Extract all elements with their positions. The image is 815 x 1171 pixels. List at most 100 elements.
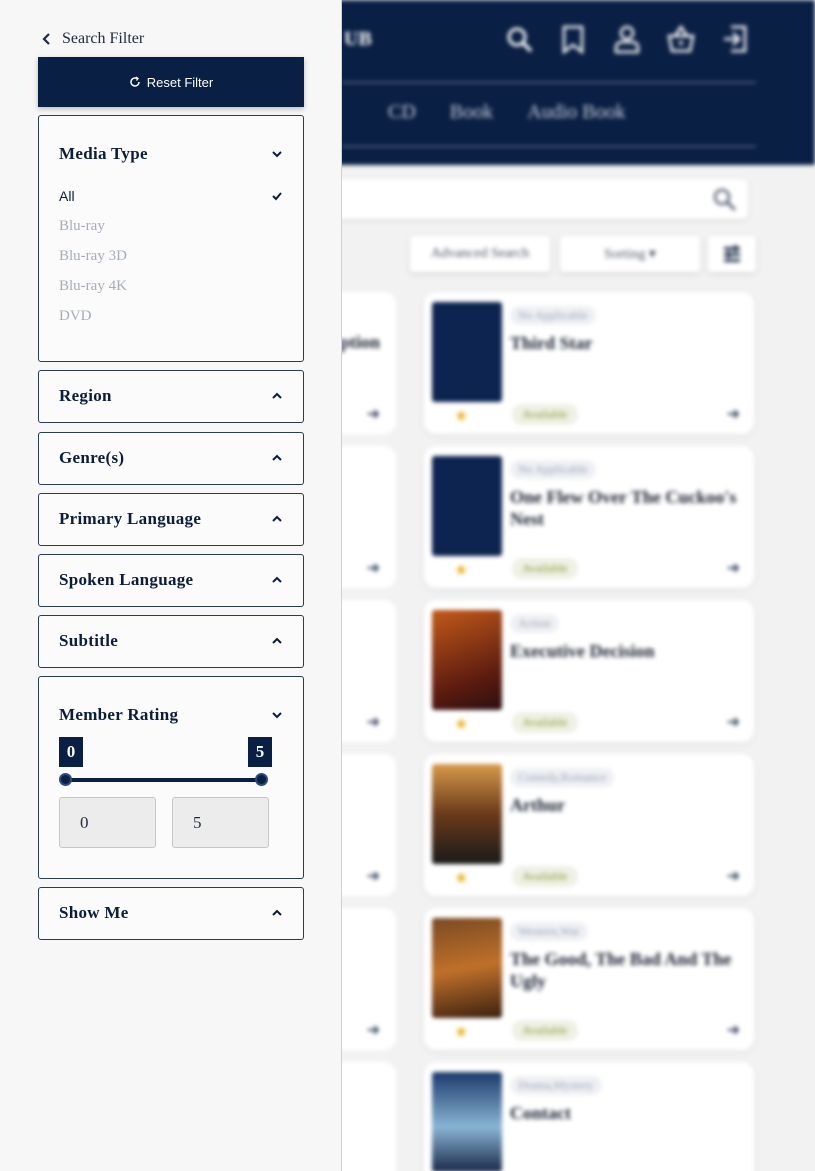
chevron-up-icon xyxy=(272,637,282,644)
chevron-up-icon xyxy=(272,515,282,522)
chevron-down-icon xyxy=(272,151,282,158)
advanced-search-button[interactable]: Advanced Search xyxy=(410,236,550,272)
chevron-left-icon xyxy=(42,33,50,45)
primary-language-label: Primary Language xyxy=(59,509,202,528)
nav-divider-bottom xyxy=(342,146,756,147)
show-me-section[interactable]: Show Me xyxy=(38,887,304,940)
show-me-label: Show Me xyxy=(59,903,129,922)
list-item[interactable]: Action Executive Decision ★ Available ➜ xyxy=(424,600,754,742)
genre-badge: Action xyxy=(510,614,559,633)
primary-language-section[interactable]: Primary Language xyxy=(38,493,304,546)
spoken-language-header[interactable]: Spoken Language xyxy=(59,570,283,590)
media-option-dvd[interactable]: DVD xyxy=(59,308,283,325)
tab-audio-book[interactable]: Audio Book xyxy=(527,101,625,124)
media-type-label: Media Type xyxy=(59,144,148,163)
list-item[interactable]: No Applicable One Flew Over The Cuckoo's… xyxy=(424,446,754,588)
arrow-right-icon[interactable]: ➜ xyxy=(727,1020,740,1040)
chevron-down-icon xyxy=(272,712,282,719)
status-badge: Available xyxy=(512,712,578,733)
media-option-blu-ray-3d[interactable]: Blu-ray 3D xyxy=(59,248,283,265)
arrow-right-icon[interactable]: ➜ xyxy=(727,558,740,578)
tab-book[interactable]: Book xyxy=(450,101,493,124)
genre-badge: Western,War xyxy=(510,922,588,941)
rating-slider-min-handle[interactable] xyxy=(59,773,72,786)
media-nav: CD Book Audio Book xyxy=(388,101,625,124)
card-title[interactable]: Executive Decision xyxy=(510,640,746,662)
search-icon[interactable] xyxy=(505,22,533,56)
cover-image xyxy=(432,302,502,402)
list-item[interactable]: No Applicable Third Star ★ Available ➜ xyxy=(424,292,754,434)
primary-language-header[interactable]: Primary Language xyxy=(59,509,283,529)
media-option-blu-ray-4k[interactable]: Blu-ray 4K xyxy=(59,278,283,295)
basket-icon[interactable] xyxy=(667,22,695,56)
cover-image xyxy=(432,764,502,864)
card-title[interactable]: Third Star xyxy=(510,332,746,354)
arrow-right-icon[interactable]: ➜ xyxy=(727,712,740,732)
genre-badge: No Applicable xyxy=(510,306,596,325)
card-title[interactable]: Arthur xyxy=(510,794,746,816)
user-icon[interactable] xyxy=(613,22,641,56)
chevron-up-icon xyxy=(272,576,282,583)
media-type-section: Media Type All Blu-ray Blu-ray 3D Blu-ra… xyxy=(38,115,304,362)
rating-max-tag: 5 xyxy=(248,737,272,767)
arrow-right-icon[interactable]: ➜ xyxy=(727,404,740,424)
star-icon: ★ xyxy=(454,562,469,579)
search-input[interactable] xyxy=(330,179,748,219)
rating-slider-max-handle[interactable] xyxy=(255,773,268,786)
logout-icon[interactable] xyxy=(721,22,749,56)
arrow-right-icon[interactable]: ➜ xyxy=(367,712,380,732)
option-label: Blu-ray 4K xyxy=(59,278,127,294)
status-badge: Available xyxy=(512,866,578,887)
arrow-right-icon[interactable]: ➜ xyxy=(367,1020,380,1040)
media-option-blu-ray[interactable]: Blu-ray xyxy=(59,218,283,235)
filter-toggle-button[interactable] xyxy=(708,236,756,272)
genre-badge: Comedy,Romance xyxy=(510,768,615,787)
star-icon: ★ xyxy=(454,716,469,733)
sorting-dropdown[interactable]: Sorting ▾ xyxy=(560,236,700,272)
nav-divider-top xyxy=(342,82,756,83)
member-rating-header[interactable]: Member Rating xyxy=(59,705,283,725)
subtitle-header[interactable]: Subtitle xyxy=(59,631,283,651)
media-option-all[interactable]: All xyxy=(59,188,283,204)
genres-section[interactable]: Genre(s) xyxy=(38,432,304,485)
bookmark-icon[interactable] xyxy=(559,22,587,56)
rating-max-input[interactable]: 5 xyxy=(172,797,269,848)
rating-min-input[interactable]: 0 xyxy=(59,797,156,848)
spoken-language-label: Spoken Language xyxy=(59,570,194,589)
tab-cd[interactable]: CD xyxy=(388,101,416,124)
arrow-right-icon[interactable]: ➜ xyxy=(367,404,380,424)
spoken-language-section[interactable]: Spoken Language xyxy=(38,554,304,607)
status-badge: Available xyxy=(512,1020,578,1041)
back-button[interactable]: Search Filter xyxy=(40,30,144,48)
refresh-icon xyxy=(130,76,140,87)
option-label: Blu-ray 3D xyxy=(59,248,127,264)
search-icon[interactable] xyxy=(712,187,736,211)
reset-filter-button[interactable]: Reset Filter xyxy=(38,57,304,107)
cover-image xyxy=(432,918,502,1018)
arrow-right-icon[interactable]: ➜ xyxy=(727,866,740,886)
list-item[interactable]: Drama,Mystery Contact xyxy=(424,1062,754,1171)
cover-image xyxy=(432,456,502,556)
media-type-header[interactable]: Media Type xyxy=(59,144,283,164)
region-section[interactable]: Region xyxy=(38,370,304,423)
sliders-icon xyxy=(724,245,740,262)
card-title: ption xyxy=(340,332,381,352)
show-me-header[interactable]: Show Me xyxy=(59,903,283,923)
card-title[interactable]: The Good, The Bad And The Ugly xyxy=(510,948,746,992)
arrow-right-icon[interactable]: ➜ xyxy=(367,866,380,886)
chevron-up-icon xyxy=(272,909,282,916)
list-item[interactable]: Comedy,Romance Arthur ★ Available ➜ xyxy=(424,754,754,896)
cover-image xyxy=(432,610,502,710)
brand-logo[interactable]: UB xyxy=(344,28,372,51)
list-item[interactable]: Western,War The Good, The Bad And The Ug… xyxy=(424,908,754,1050)
subtitle-section[interactable]: Subtitle xyxy=(38,615,304,668)
card-title[interactable]: One Flew Over The Cuckoo's Nest xyxy=(510,486,746,530)
cover-image xyxy=(432,1072,502,1171)
rating-slider-track[interactable] xyxy=(65,778,262,782)
genre-badge: No Applicable xyxy=(510,460,596,479)
card-title[interactable]: Contact xyxy=(510,1102,746,1124)
arrow-right-icon[interactable]: ➜ xyxy=(367,558,380,578)
genres-header[interactable]: Genre(s) xyxy=(59,448,283,468)
region-header[interactable]: Region xyxy=(59,386,283,406)
region-label: Region xyxy=(59,386,112,405)
